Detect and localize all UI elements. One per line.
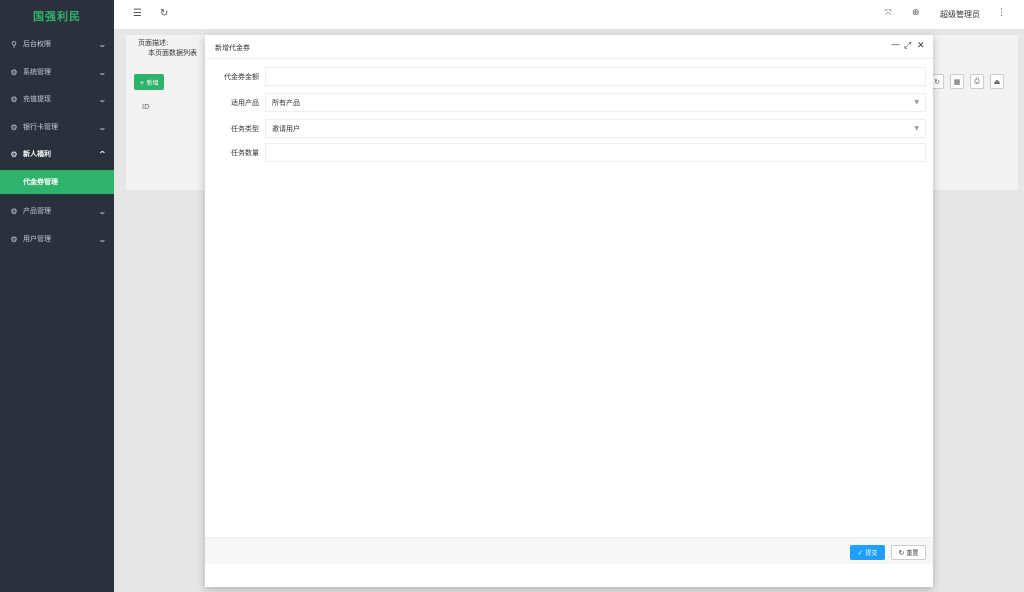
sidebar-item-label: 充值提现 xyxy=(23,95,51,103)
chevron-down-icon: ⌄ xyxy=(97,67,108,77)
table-print-button[interactable]: ⎙ xyxy=(970,74,984,89)
sidebar-item-products[interactable]: ⚙ 产品管理 ⌄ xyxy=(0,197,114,225)
gear-icon: ⚙ xyxy=(10,149,18,159)
minimize-icon[interactable]: — xyxy=(891,40,900,50)
chevron-down-icon: ▼ xyxy=(914,125,919,132)
table-header-id: ID xyxy=(142,103,150,111)
globe-icon[interactable]: ⊕ xyxy=(912,8,920,18)
modal-title: 新增代金券 xyxy=(215,44,250,52)
select-value: 邀请用户 xyxy=(272,125,300,133)
chevron-down-icon: ⌄ xyxy=(97,206,108,216)
voucher-amount-input[interactable] xyxy=(265,67,926,86)
gear-icon: ⚙ xyxy=(10,234,18,244)
table-export-button[interactable]: ⏏ xyxy=(990,74,1004,89)
app-logo: 国强利民 xyxy=(33,10,81,23)
sidebar-item-recharge[interactable]: ⚙ 充值提现 ⌄ xyxy=(0,85,114,113)
table-columns-button[interactable]: ▦ xyxy=(950,74,964,89)
sidebar-item-new-user-benefits[interactable]: ⚙ 新人福利 ⌃ xyxy=(0,140,114,168)
columns-icon: ▦ xyxy=(953,77,961,86)
sidebar-item-admin-permissions[interactable]: ⚲ 后台权限 ⌄ xyxy=(0,30,114,58)
form-row-voucher-amount: 代金券金额 xyxy=(205,67,933,87)
chevron-up-icon: ⌃ xyxy=(97,149,108,159)
more-vertical-icon[interactable]: ⋮ xyxy=(997,8,1006,18)
task-type-select[interactable]: 邀请用户 ▼ xyxy=(265,119,926,138)
chevron-down-icon: ⌄ xyxy=(97,94,108,104)
gear-icon: ⚙ xyxy=(10,206,18,216)
menu-toggle-icon[interactable]: ☰ xyxy=(133,8,142,19)
add-button[interactable]: + 新增 xyxy=(134,74,164,90)
chevron-down-icon: ⌄ xyxy=(97,122,108,132)
sidebar-item-label: 用户管理 xyxy=(23,235,51,243)
admin-user-menu[interactable]: 超级管理员 xyxy=(940,9,980,20)
close-icon[interactable]: ✕ xyxy=(917,41,925,51)
modal-title-bar: 新增代金券 — ⤢ ✕ xyxy=(205,35,933,59)
select-value: 所有产品 xyxy=(272,99,300,107)
form-row-task-type: 任务类型 邀请用户 ▼ xyxy=(205,119,933,139)
page-description-text: 本页面数据列表 xyxy=(148,49,197,57)
chevron-down-icon: ⌄ xyxy=(97,39,108,49)
form-row-task-quantity: 任务数量 xyxy=(205,143,933,163)
gear-icon: ⚙ xyxy=(10,67,18,77)
refresh-icon: ↻ xyxy=(898,548,905,557)
form-label: 任务数量 xyxy=(231,149,259,157)
page-description-label: 页面描述: xyxy=(138,39,169,47)
maximize-icon[interactable]: ⤢ xyxy=(904,41,911,51)
print-icon: ⎙ xyxy=(974,77,980,85)
export-icon: ⏏ xyxy=(993,77,1001,86)
chevron-down-icon: ⌄ xyxy=(97,234,108,244)
applicable-product-select[interactable]: 所有产品 ▼ xyxy=(265,93,926,112)
refresh-icon[interactable]: ↻ xyxy=(160,8,168,19)
fullscreen-icon[interactable]: ⤧ xyxy=(885,8,891,18)
sidebar-item-label: 产品管理 xyxy=(23,207,51,215)
chevron-down-icon: ▼ xyxy=(914,99,919,106)
form-label: 任务类型 xyxy=(231,125,259,133)
top-header: ☰ ↻ ⤧ ⊕ 超级管理员 ⋮ xyxy=(114,0,1024,30)
sidebar-item-bank-card[interactable]: ⚙ 银行卡管理 ⌄ xyxy=(0,113,114,141)
submit-button[interactable]: ✓ 提交 xyxy=(850,545,885,560)
refresh-icon: ↻ xyxy=(934,77,940,86)
form-label: 代金券金额 xyxy=(224,73,259,81)
sidebar-item-label: 新人福利 xyxy=(23,150,51,158)
submit-button-label: 提交 xyxy=(865,550,878,557)
sidebar-item-users[interactable]: ⚙ 用户管理 ⌄ xyxy=(0,225,114,253)
form-row-applicable-product: 适用产品 所有产品 ▼ xyxy=(205,93,933,113)
user-icon: ⚲ xyxy=(11,39,17,49)
sidebar-item-label: 后台权限 xyxy=(23,40,51,48)
sidebar: 国强利民 ⚲ 后台权限 ⌄ ⚙ 系统管理 ⌄ ⚙ 充值提现 ⌄ ⚙ 银行卡管理 … xyxy=(0,0,114,592)
form-label: 适用产品 xyxy=(231,99,259,107)
gear-icon: ⚙ xyxy=(10,122,18,132)
sidebar-item-label: 银行卡管理 xyxy=(23,123,58,131)
reset-button[interactable]: ↻ 重置 xyxy=(891,545,926,560)
check-icon: ✓ xyxy=(857,548,864,557)
gear-icon: ⚙ xyxy=(10,94,18,104)
task-quantity-input[interactable] xyxy=(265,143,926,162)
reset-button-label: 重置 xyxy=(906,550,919,557)
sidebar-item-label: 系统管理 xyxy=(23,68,51,76)
sidebar-item-system[interactable]: ⚙ 系统管理 ⌄ xyxy=(0,58,114,86)
add-voucher-modal: 新增代金券 — ⤢ ✕ 代金券金额 适用产品 所有产品 ▼ 任务类型 邀请用户 … xyxy=(205,35,933,587)
sidebar-subitem-voucher-management[interactable]: 代金券管理 xyxy=(0,170,114,194)
modal-footer: ✓ 提交 ↻ 重置 xyxy=(205,537,933,564)
